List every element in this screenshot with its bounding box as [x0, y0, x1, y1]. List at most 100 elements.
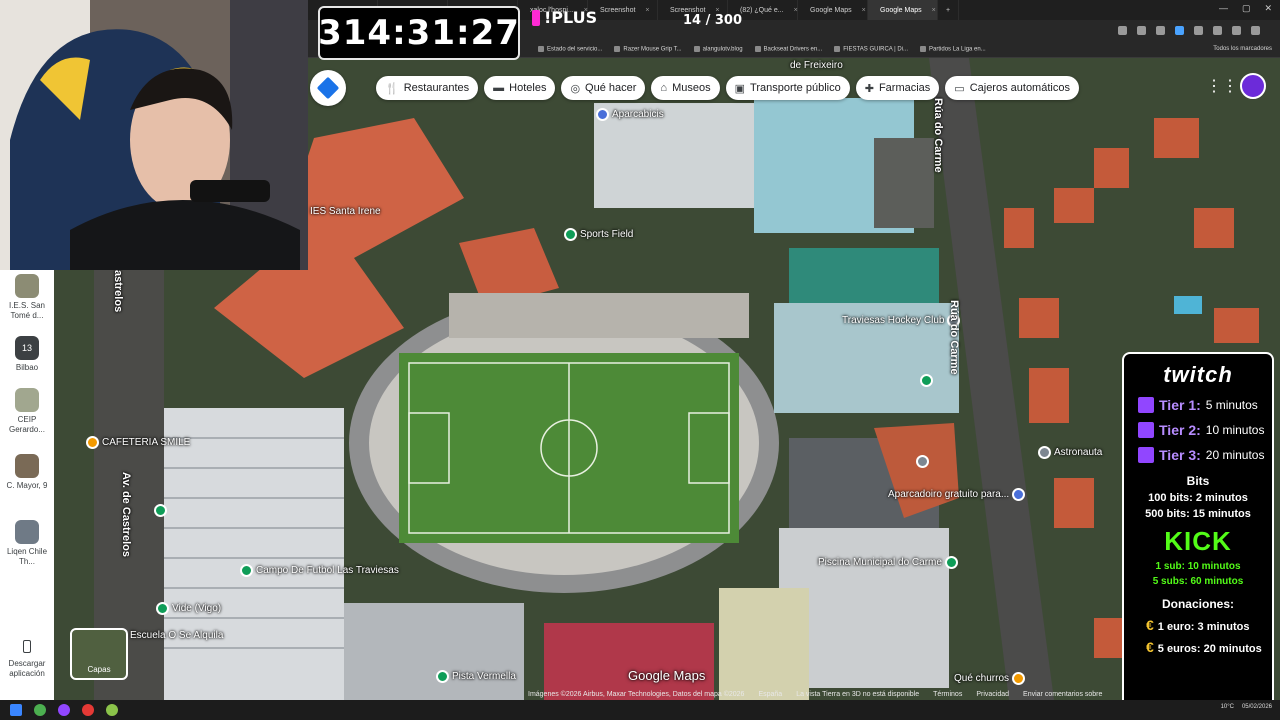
- bookmark-item[interactable]: alangulotv.blog: [693, 46, 743, 53]
- browser-tab[interactable]: Google Maps ×: [798, 0, 868, 20]
- poi-que-churros[interactable]: Qué churros: [954, 672, 1026, 685]
- poi-aparcabicis[interactable]: Aparcabicis: [596, 108, 664, 121]
- category-chips: 🍴 Restaurantes ▬ Hoteles ◎ Qué hacer ⌂ Museos ▣ T…: [376, 76, 1079, 100]
- poi-unnamed-green[interactable]: [920, 374, 933, 387]
- twitch-glitch-icon: [1138, 397, 1154, 413]
- sidebar-item-ies-san-tome[interactable]: I.E.S. San Tomé d...: [0, 274, 54, 321]
- app-icon[interactable]: [58, 704, 70, 716]
- poi-unnamed-left[interactable]: [154, 504, 167, 517]
- extension-icon[interactable]: [1213, 26, 1222, 35]
- bookmark-favicon-icon: [920, 46, 927, 53]
- sidebar-item-liqen[interactable]: Liqen Chile Th...: [0, 520, 54, 567]
- close-icon[interactable]: ✕: [1264, 3, 1272, 14]
- chip-label: Qué hacer: [585, 82, 637, 94]
- minimize-icon[interactable]: —: [1219, 3, 1228, 14]
- poi-pista-vermella[interactable]: Pista Vermella: [436, 670, 516, 683]
- map-footer-link[interactable]: Enviar comentarios sobre: [1023, 691, 1102, 698]
- poi-unnamed-gray[interactable]: [916, 455, 929, 468]
- park-pin-icon: [156, 602, 169, 615]
- bookmark-item[interactable]: Razer Mouse Grip T...: [614, 46, 682, 53]
- all-bookmarks-link[interactable]: Todos los marcadores: [1213, 46, 1272, 52]
- extension-icon[interactable]: [1118, 26, 1127, 35]
- category-chip[interactable]: ✚ Farmacias: [855, 76, 940, 100]
- map-footer-link: Imágenes ©2026 Airbus, Maxar Technologie…: [528, 690, 745, 698]
- atm-icon: ▭: [954, 82, 965, 95]
- twitch-logo: twitch: [1163, 362, 1233, 387]
- poi-campo-futbol[interactable]: Campo De Futbol Las Traviesas: [240, 564, 399, 577]
- browser-tab[interactable]: Google Maps ×: [868, 0, 938, 20]
- poi-piscina[interactable]: Piscina Municipal do Carme: [818, 556, 958, 569]
- sidebar-item-c-mayor[interactable]: C. Mayor, 9: [0, 454, 54, 491]
- poi-cafeteria[interactable]: CAFETERIA SMILE: [86, 436, 190, 449]
- layers-button[interactable]: Capas: [70, 628, 128, 680]
- apps-grid-icon[interactable]: ⋮⋮: [1206, 76, 1238, 96]
- directions-icon: [316, 76, 340, 100]
- app-icon[interactable]: [106, 704, 118, 716]
- extension-icon[interactable]: [1137, 26, 1146, 35]
- poi-escuela[interactable]: Escuela O Se Alquila: [130, 630, 223, 641]
- euro-icon: €: [1146, 639, 1154, 655]
- profile-icon[interactable]: [1232, 26, 1241, 35]
- poi-aparcadoiro[interactable]: Aparcadoiro gratuito para...: [888, 488, 1026, 501]
- google-maps-logo: Google Maps: [628, 668, 706, 683]
- kick-logo: KICK: [1164, 526, 1232, 556]
- sidebar-item-ceip[interactable]: CEIP Gerardo...: [0, 388, 54, 435]
- download-app-button[interactable]: Descargar aplicación: [0, 640, 54, 679]
- new-tab-button[interactable]: +: [938, 0, 960, 20]
- tier-name: Tier 3:: [1159, 447, 1201, 463]
- park-pin-icon: [436, 670, 449, 683]
- extension-icon[interactable]: [1175, 26, 1184, 35]
- category-chip[interactable]: ▬ Hoteles: [484, 76, 556, 100]
- poi-astronauta[interactable]: Astronauta: [1038, 446, 1102, 459]
- bookmark-favicon-icon: [614, 46, 621, 53]
- plus-label: !PLUS: [544, 8, 598, 27]
- bookmark-item[interactable]: Estado del servicio...: [538, 46, 602, 53]
- app-icon[interactable]: [82, 704, 94, 716]
- bookmark-item[interactable]: FIESTAS GUIRCA | Di...: [834, 46, 908, 53]
- category-chip[interactable]: ⌂ Museos: [651, 76, 720, 100]
- bookmark-item[interactable]: Partidos La Liga en...: [920, 46, 986, 53]
- bits-title: Bits: [1186, 474, 1210, 488]
- close-tab-icon[interactable]: ×: [862, 7, 866, 14]
- map-footer-link: España: [758, 690, 783, 698]
- webcam-overlay: [0, 0, 308, 270]
- park-pin-icon: [154, 504, 167, 517]
- chrome-icon[interactable]: [34, 704, 46, 716]
- category-chip[interactable]: ▭ Cajeros automáticos: [945, 76, 1079, 100]
- poi-sports-field[interactable]: Sports Field: [564, 228, 633, 241]
- maximize-icon[interactable]: ▢: [1242, 3, 1251, 14]
- browser-tab[interactable]: Screenshot ×: [588, 0, 658, 20]
- poi-vide[interactable]: Vide (Vigo): [156, 602, 221, 615]
- chip-label: Hoteles: [509, 82, 547, 94]
- park-pin-icon: [944, 556, 958, 569]
- menu-icon[interactable]: [1251, 26, 1260, 35]
- sidebar-item-bilbao[interactable]: 13 Bilbao: [0, 336, 54, 373]
- category-chip[interactable]: 🍴 Restaurantes: [376, 76, 479, 100]
- directions-button[interactable]: [310, 70, 346, 106]
- tier-row: Tier 2: 10 minutos: [1138, 422, 1272, 438]
- tier-value: 5 minutos: [1205, 398, 1258, 412]
- kick-row: 5 subs: 60 minutos: [1152, 576, 1244, 587]
- star-icon[interactable]: [1156, 26, 1165, 35]
- euro-icon: €: [1146, 617, 1154, 633]
- poi-traviesas-hockey[interactable]: Traviesas Hockey Club: [842, 314, 961, 327]
- tier-row: Tier 3: 20 minutos: [1138, 447, 1272, 463]
- map-footer-link[interactable]: Términos: [933, 691, 962, 698]
- extension-icon[interactable]: [1194, 26, 1203, 35]
- place-thumbnail: [15, 454, 39, 478]
- profile-avatar[interactable]: [1240, 73, 1266, 99]
- category-chip[interactable]: ▣ Transporte público: [725, 76, 850, 100]
- road-rua-do-carme-top: Rúa do Carme: [932, 98, 944, 173]
- tab-label: Google Maps: [810, 6, 852, 14]
- poi-ies-santa-irene[interactable]: IES Santa Irene: [310, 206, 381, 217]
- close-tab-icon[interactable]: ×: [645, 7, 649, 14]
- bookmark-item[interactable]: Backseat Drivers en...: [754, 46, 822, 53]
- map-footer-link[interactable]: Privacidad: [976, 691, 1009, 698]
- start-icon[interactable]: [10, 704, 22, 716]
- category-chip[interactable]: ◎ Qué hacer: [561, 76, 646, 100]
- place-pin-icon: [1038, 446, 1051, 459]
- road-av-de-castrelos: Av. de Castrelos: [120, 472, 132, 557]
- tier-name: Tier 1:: [1159, 397, 1201, 413]
- close-tab-icon[interactable]: ×: [932, 7, 936, 14]
- chip-label: Farmacias: [878, 82, 931, 94]
